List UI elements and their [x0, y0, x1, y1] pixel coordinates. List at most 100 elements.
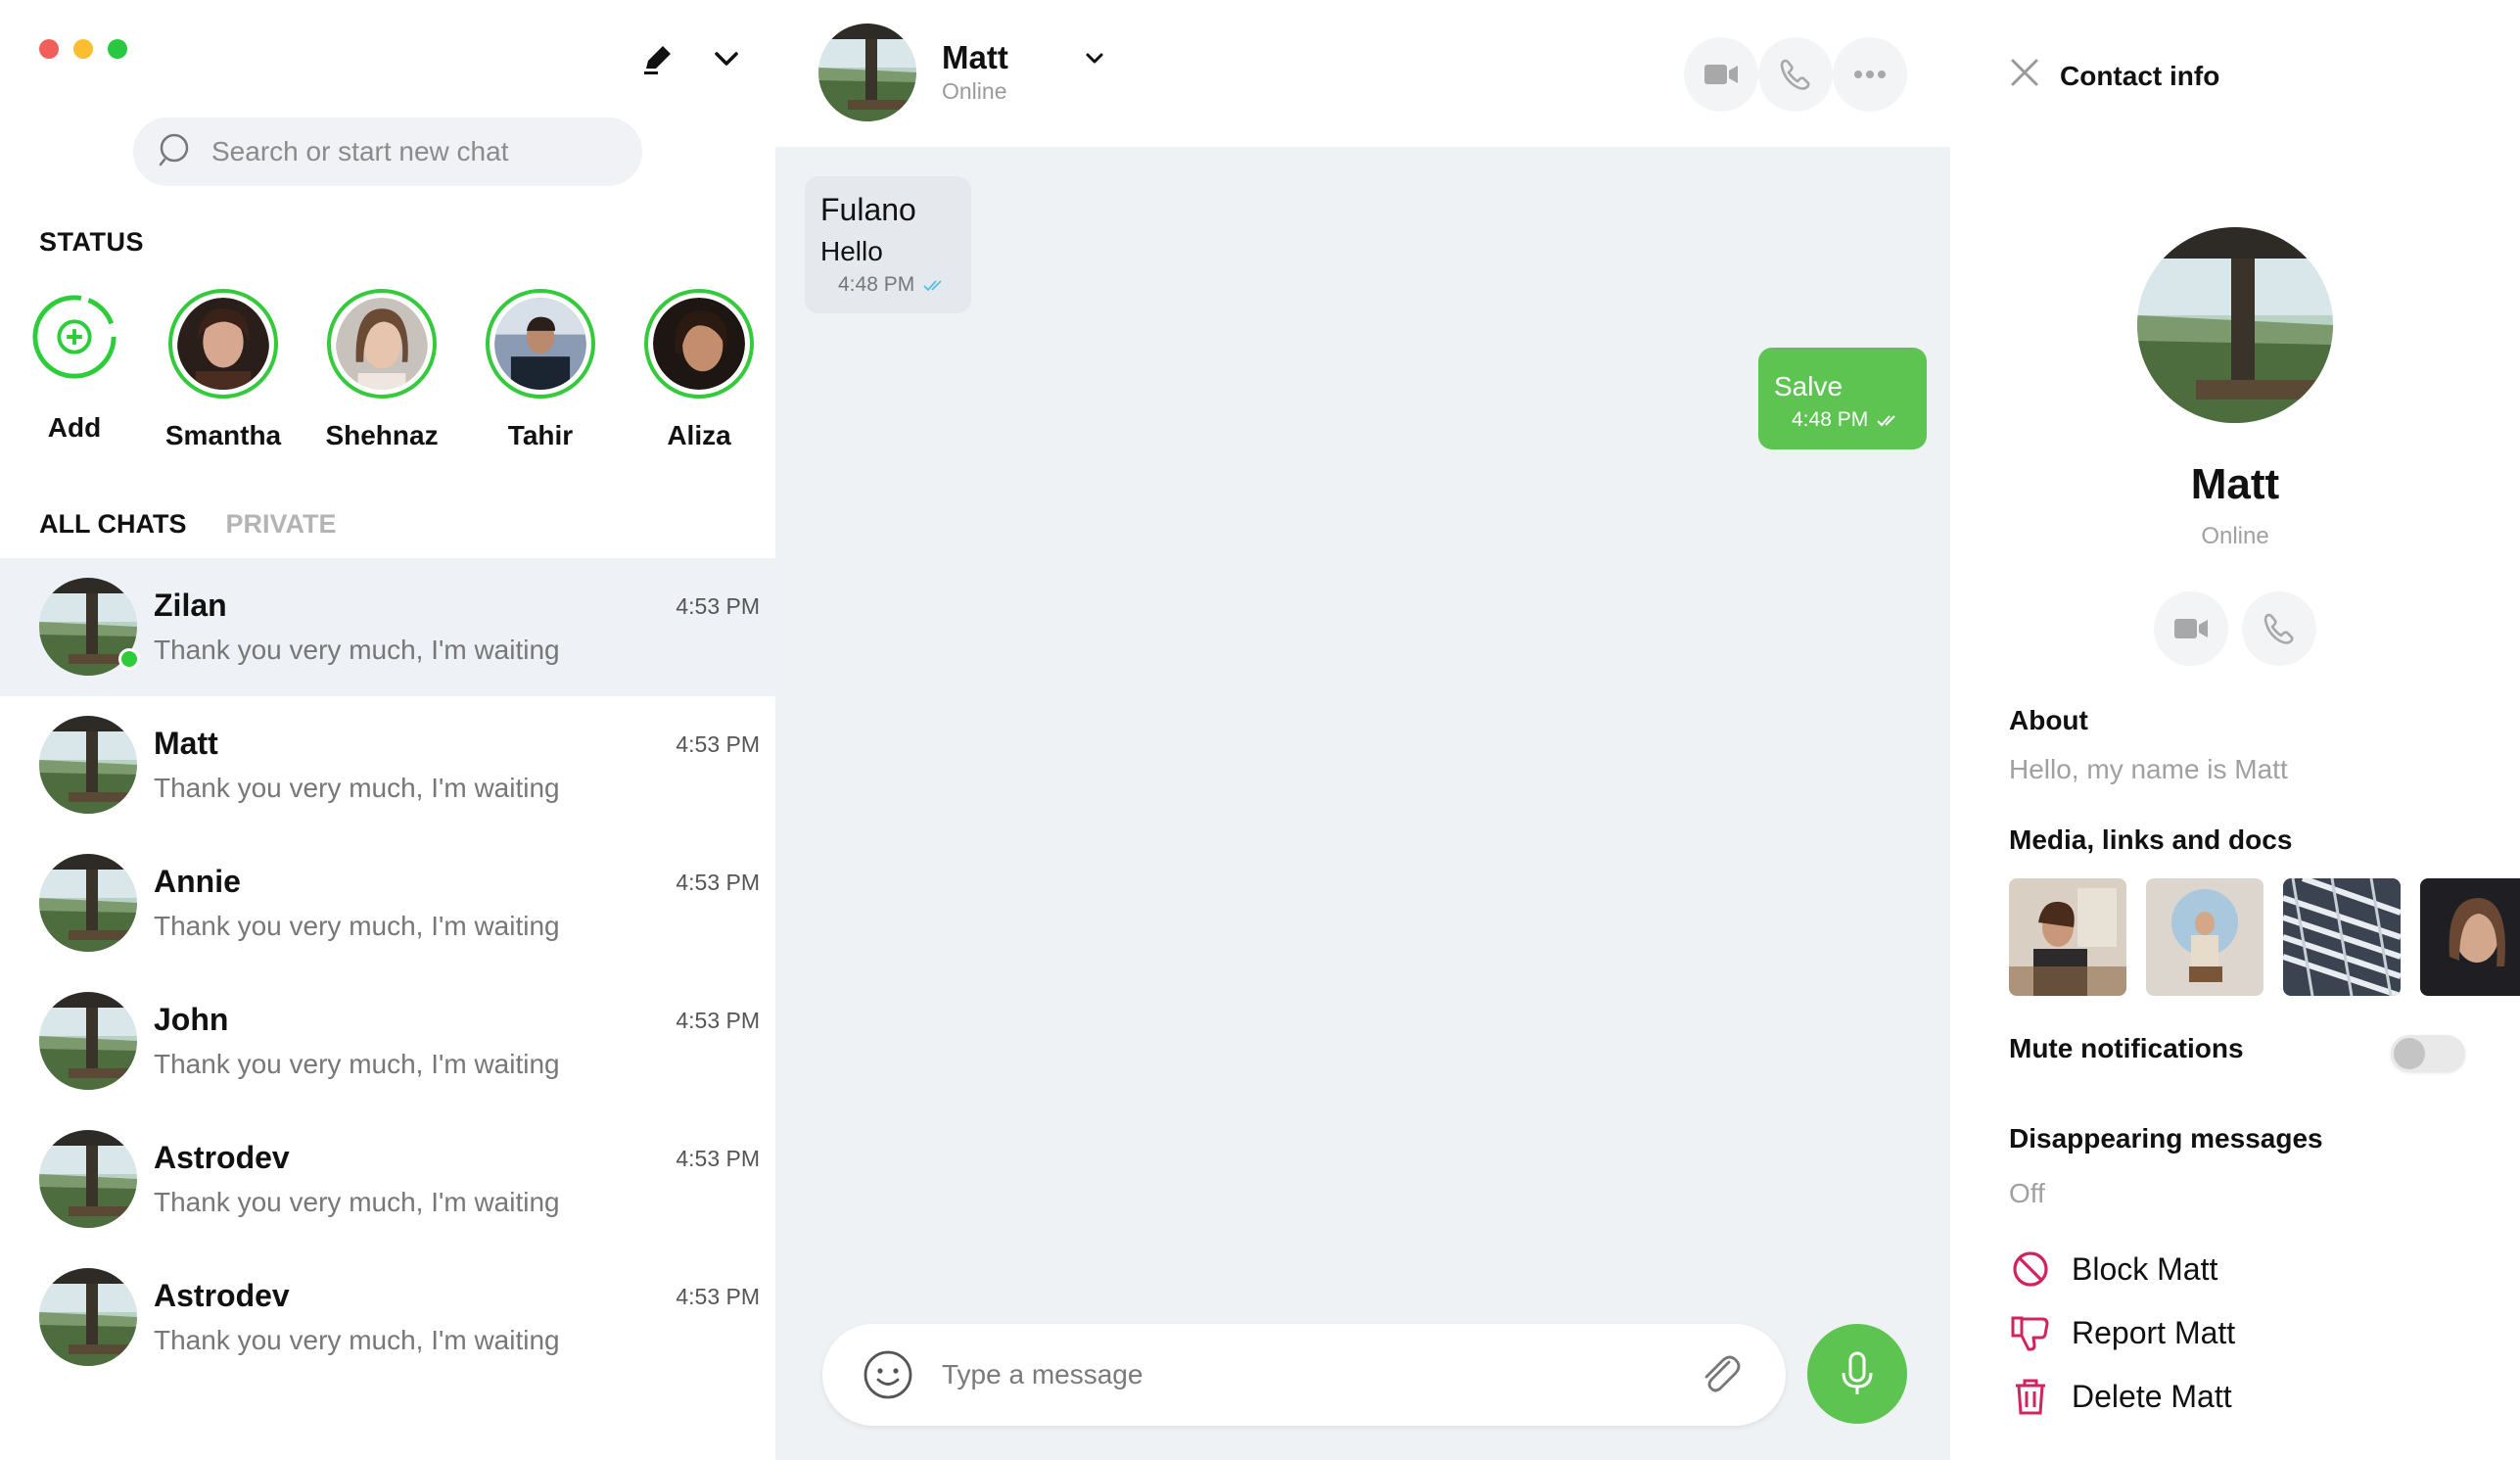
message-text: Salve	[1774, 371, 1843, 401]
media-thumbnail[interactable]	[2420, 878, 2520, 996]
avatar	[39, 854, 137, 952]
voice-message-button[interactable]	[1807, 1324, 1907, 1424]
mute-notifications-toggle[interactable]	[2391, 1035, 2465, 1072]
chat-list-item[interactable]: John 4:53 PM Thank you very much, I'm wa…	[0, 972, 775, 1110]
disappearing-messages-label[interactable]: Disappearing messages	[2009, 1123, 2323, 1154]
avatar	[39, 1268, 137, 1366]
double-check-icon	[923, 280, 942, 292]
status-ring	[644, 289, 754, 399]
media-thumbnail[interactable]	[2146, 878, 2263, 996]
chat-list-item[interactable]: Astrodev 4:53 PM Thank you very much, I'…	[0, 1110, 775, 1248]
status-name: Smantha	[164, 420, 282, 450]
report-label: Report Matt	[2072, 1314, 2236, 1350]
avatar	[177, 298, 269, 400]
message-composer	[822, 1324, 1786, 1426]
status-add[interactable]: Add	[29, 289, 119, 451]
status-name: Shehnaz	[325, 420, 439, 450]
chat-preview: Thank you very much, I'm waiting	[154, 773, 560, 803]
phone-icon	[1780, 59, 1810, 90]
media-label[interactable]: Media, links and docs	[2009, 824, 2292, 856]
status-item[interactable]: Smantha	[164, 289, 282, 451]
media-thumbnail[interactable]	[2009, 878, 2126, 996]
conversation-panel: Matt Online Fulano Hello 4:48 PM Salve 4…	[775, 0, 1950, 1460]
contact-name[interactable]: Matt	[942, 39, 1008, 76]
chat-name: John	[154, 1002, 229, 1037]
media-thumbnail[interactable]	[2283, 878, 2401, 996]
block-label: Block Matt	[2072, 1250, 2218, 1287]
chat-name: Zilan	[154, 588, 227, 623]
emoji-icon[interactable]	[862, 1348, 914, 1401]
more-options-button[interactable]	[1833, 37, 1907, 112]
chat-preview: Thank you very much, I'm waiting	[154, 1187, 560, 1217]
message-text: Hello	[820, 236, 883, 266]
video-icon	[2174, 619, 2208, 638]
block-icon	[2013, 1251, 2048, 1287]
tab-private[interactable]: PRIVATE	[226, 509, 337, 540]
close-icon[interactable]	[2009, 57, 2040, 88]
message-sender: Fulano	[820, 192, 916, 227]
media-gallery	[2009, 878, 2520, 996]
chat-name: Astrodev	[154, 1278, 290, 1313]
search-input[interactable]	[211, 136, 603, 167]
chat-list-item[interactable]: Astrodev 4:53 PM Thank you very much, I'…	[0, 1248, 775, 1387]
avatar	[39, 1130, 137, 1228]
voice-call-button[interactable]	[1758, 37, 1833, 112]
contact-status: Online	[942, 78, 1007, 104]
chat-preview: Thank you very much, I'm waiting	[154, 1325, 560, 1355]
maximize-window-button[interactable]	[108, 39, 127, 59]
avatar[interactable]	[818, 24, 916, 121]
status-item[interactable]: Aliza	[644, 289, 754, 451]
tab-all-chats[interactable]: ALL CHATS	[39, 509, 187, 540]
status-item[interactable]: Shehnaz	[325, 289, 439, 451]
add-status-icon[interactable]	[30, 293, 118, 381]
sidebar-top-actions	[638, 39, 746, 83]
chat-list-item[interactable]: Zilan 4:53 PM Thank you very much, I'm w…	[0, 558, 775, 696]
status-item[interactable]: Tahir	[486, 289, 595, 451]
status-row: Add Smantha Shehnaz Tahir Aliza	[29, 289, 754, 451]
chevron-down-icon[interactable]	[1079, 43, 1110, 74]
window-controls	[39, 39, 127, 59]
chevron-down-icon[interactable]	[707, 39, 746, 83]
search-bar[interactable]	[133, 118, 642, 186]
about-text: Hello, my name is Matt	[2009, 754, 2288, 784]
trash-icon	[2016, 1379, 2045, 1415]
message-time: 4:48 PM	[1792, 408, 1869, 431]
chat-time: 4:53 PM	[676, 1284, 760, 1309]
message-input[interactable]	[942, 1359, 1694, 1390]
mute-notifications-label: Mute notifications	[2009, 1033, 2244, 1063]
chat-list-item[interactable]: Matt 4:53 PM Thank you very much, I'm wa…	[0, 696, 775, 834]
delete-contact-button[interactable]: Delete Matt	[2009, 1375, 2232, 1418]
chat-name: Astrodev	[154, 1140, 290, 1175]
status-name: Aliza	[667, 420, 731, 450]
toggle-knob	[2394, 1038, 2425, 1069]
attachment-icon[interactable]	[1694, 1348, 1747, 1401]
report-contact-button[interactable]: Report Matt	[2009, 1311, 2235, 1354]
chat-filter-tabs: ALL CHATS PRIVATE	[39, 509, 337, 540]
voice-call-button[interactable]	[2242, 591, 2316, 666]
chat-time: 4:53 PM	[676, 1146, 760, 1171]
phone-icon	[2263, 613, 2294, 644]
status-ring	[327, 289, 437, 401]
online-indicator	[118, 648, 140, 670]
chat-name: Annie	[154, 864, 241, 899]
message-meta: 4:48 PM	[820, 273, 956, 297]
more-icon	[1854, 71, 1886, 78]
video-call-button[interactable]	[1684, 37, 1758, 112]
status-ring	[486, 289, 595, 399]
close-window-button[interactable]	[39, 39, 59, 59]
chat-name: Matt	[154, 726, 218, 761]
outgoing-message: Salve 4:48 PM	[1758, 348, 1927, 449]
contact-name: Matt	[2190, 460, 2280, 508]
chat-list-item[interactable]: Annie 4:53 PM Thank you very much, I'm w…	[0, 834, 775, 972]
chat-time: 4:53 PM	[676, 593, 760, 619]
avatar[interactable]	[2137, 227, 2333, 423]
minimize-window-button[interactable]	[73, 39, 93, 59]
microphone-icon	[1842, 1351, 1873, 1394]
block-contact-button[interactable]: Block Matt	[2009, 1248, 2217, 1291]
avatar	[494, 298, 586, 394]
status-section-title: STATUS	[39, 227, 144, 257]
status-ring	[168, 289, 278, 400]
app-window: STATUS Add Smantha	[0, 0, 2520, 1460]
edit-icon[interactable]	[638, 39, 677, 83]
video-call-button[interactable]	[2154, 591, 2228, 666]
